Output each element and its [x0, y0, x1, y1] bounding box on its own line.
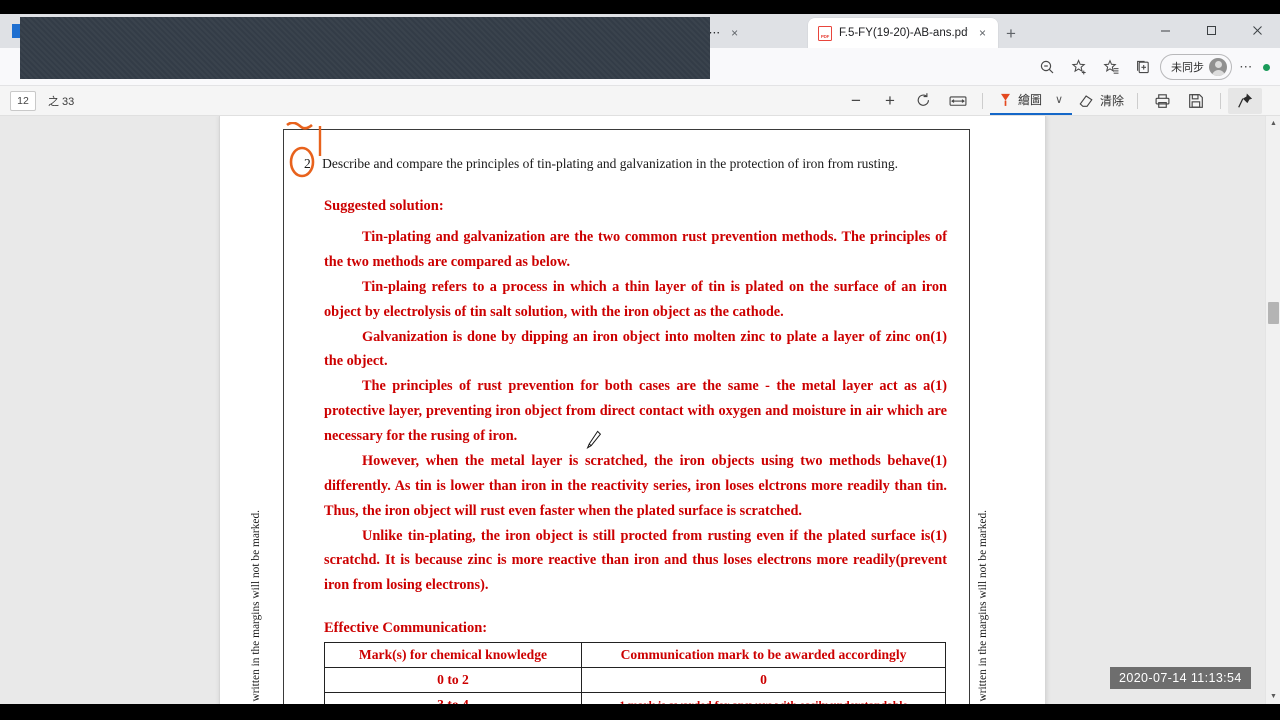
collections-icon[interactable]: [1096, 52, 1126, 82]
toolbar-divider: [1137, 92, 1138, 109]
timestamp-badge: 2020-07-14 11:13:54: [1110, 667, 1251, 689]
close-icon[interactable]: ×: [975, 26, 990, 41]
question-number: 2.: [304, 156, 315, 171]
pdf-page: 2. Describe and compare the principles o…: [220, 116, 1045, 704]
answer-paragraph: (1) However, when the metal layer is scr…: [324, 449, 947, 524]
margin-note-left: wers written in the margins will not be …: [250, 510, 262, 704]
pdf-viewer[interactable]: 2. Describe and compare the principles o…: [0, 116, 1280, 704]
paragraph-text: The principles of rust prevention for bo…: [324, 378, 947, 444]
draw-tool-group[interactable]: 繪圖 ∨: [989, 86, 1072, 115]
more-options-button[interactable]: ⋯: [1234, 52, 1258, 82]
browser-window: al Press Ltd. 雅⋯ × F.5-FY(19-20)-AB-ans.…: [0, 14, 1280, 704]
eraser-icon: [1079, 94, 1093, 107]
mark-value: (1): [930, 527, 947, 544]
table-cell: 3 to 4: [324, 692, 582, 704]
letterbox-bottom: [0, 704, 1280, 720]
answer-paragraph: Tin-plaing refers to a process in which …: [324, 275, 947, 325]
table-cell: 1 mark is awarded for answers with easil…: [581, 692, 946, 704]
answer-paragraph: (1) Galvanization is done by dipping an …: [324, 325, 947, 375]
page-content-frame: 2. Describe and compare the principles o…: [283, 122, 970, 704]
status-badge: [1262, 63, 1270, 71]
scroll-up-arrow[interactable]: ▲: [1266, 116, 1280, 131]
question-text: Describe and compare the principles of t…: [322, 156, 898, 171]
tab-title: F.5-FY(19-20)-AB-ans.pdf: [839, 27, 968, 39]
favorite-star-icon[interactable]: [1064, 52, 1094, 82]
pin-icon[interactable]: [1228, 87, 1262, 114]
draw-label: 繪圖: [1017, 93, 1042, 107]
zoom-out-button[interactable]: −: [839, 88, 873, 114]
new-tab-button[interactable]: +: [1000, 22, 1022, 44]
mark-value: (1): [930, 378, 947, 395]
zoom-in-button[interactable]: +: [873, 88, 907, 114]
tab-collection-icon[interactable]: [1128, 52, 1158, 82]
pdf-toolbar-actions: − + 繪圖 ∨ 清除: [839, 86, 1280, 115]
sync-status-label: 未同步: [1171, 62, 1204, 74]
table-row: Mark(s) for chemical knowledge Communica…: [324, 642, 946, 669]
margin-note-right: wers written in the margins will not be …: [977, 510, 989, 704]
table-header-cell: Mark(s) for chemical knowledge: [324, 642, 582, 669]
minimize-icon[interactable]: [1142, 14, 1188, 46]
pdf-icon: [818, 25, 832, 41]
screen-root: al Press Ltd. 雅⋯ × F.5-FY(19-20)-AB-ans.…: [0, 0, 1280, 720]
paragraph-text: However, when the metal layer is scratch…: [324, 452, 947, 519]
table-row: 3 to 4 1 mark is awarded for answers wit…: [324, 692, 946, 704]
save-icon[interactable]: [1179, 88, 1213, 114]
fit-page-icon[interactable]: [941, 88, 975, 114]
scroll-down-arrow[interactable]: ▼: [1266, 689, 1280, 704]
mark-value: (1): [930, 328, 947, 345]
window-controls: [1142, 14, 1280, 46]
vertical-scrollbar[interactable]: ▲ ▼: [1265, 116, 1280, 704]
tab-active-pdf[interactable]: F.5-FY(19-20)-AB-ans.pdf ×: [808, 18, 998, 48]
answer-body: Suggested solution: Tin-plating and galv…: [324, 198, 947, 704]
question-row: 2. Describe and compare the principles o…: [304, 156, 955, 173]
screen-occlusion-overlay: [20, 17, 710, 79]
draw-button[interactable]: 繪圖: [992, 87, 1048, 113]
pdf-toolbar: 12 之 33 − + 繪圖 ∨ 清除: [0, 86, 1280, 116]
table-cell: 0: [581, 667, 946, 694]
table-cell: 0 to 2: [324, 667, 582, 694]
close-icon[interactable]: ×: [727, 26, 742, 41]
erase-label: 清除: [1099, 94, 1124, 108]
solution-heading: Suggested solution:: [324, 198, 444, 214]
table-row: 0 to 2 0: [324, 667, 946, 694]
erase-button[interactable]: 清除: [1072, 88, 1130, 114]
page-number-input[interactable]: 12: [10, 90, 36, 111]
navbar-actions: 未同步 ⋯: [1032, 48, 1272, 86]
rubric-table: Mark(s) for chemical knowledge Communica…: [324, 642, 946, 704]
close-icon[interactable]: [1234, 14, 1280, 46]
zoom-icon[interactable]: [1032, 52, 1062, 82]
letterbox-top: [0, 0, 1280, 14]
toolbar-divider: [1220, 92, 1221, 109]
answer-paragraph: (1) The principles of rust prevention fo…: [324, 374, 947, 449]
paragraph-text: Tin-plaing refers to a process in which …: [324, 278, 947, 320]
paragraph-text: Galvanization is done by dipping an iron…: [324, 328, 931, 370]
paragraph-text: Unlike tin-plating, the iron object is s…: [324, 527, 947, 594]
effective-communication-heading: Effective Communication:: [324, 620, 488, 637]
more-icon: ⋯: [1239, 59, 1253, 74]
pencil-cursor: [586, 430, 602, 450]
mark-value: (1): [930, 452, 947, 469]
paragraph-text: Tin-plating and galvanization are the tw…: [324, 229, 947, 270]
sync-indicator-dot: [1260, 52, 1272, 82]
page-total-label: 之 33: [48, 95, 75, 108]
pen-icon: [1000, 93, 1010, 106]
profile-pill[interactable]: 未同步: [1160, 54, 1232, 80]
answer-paragraph: Tin-plating and galvanization are the tw…: [324, 225, 947, 275]
rotate-icon[interactable]: [907, 88, 941, 114]
table-header-cell: Communication mark to be awarded accordi…: [581, 642, 946, 669]
answer-paragraph: (1) Unlike tin-plating, the iron object …: [324, 524, 947, 599]
avatar: [1209, 58, 1227, 76]
ink-annotation-circle: [286, 122, 322, 178]
chevron-down-icon[interactable]: ∨: [1048, 87, 1070, 113]
toolbar-divider: [981, 92, 983, 109]
scrollbar-thumb[interactable]: [1268, 302, 1279, 324]
profile-sync-button[interactable]: 未同步: [1160, 52, 1232, 82]
print-icon[interactable]: [1145, 88, 1179, 114]
maximize-icon[interactable]: [1188, 14, 1234, 46]
